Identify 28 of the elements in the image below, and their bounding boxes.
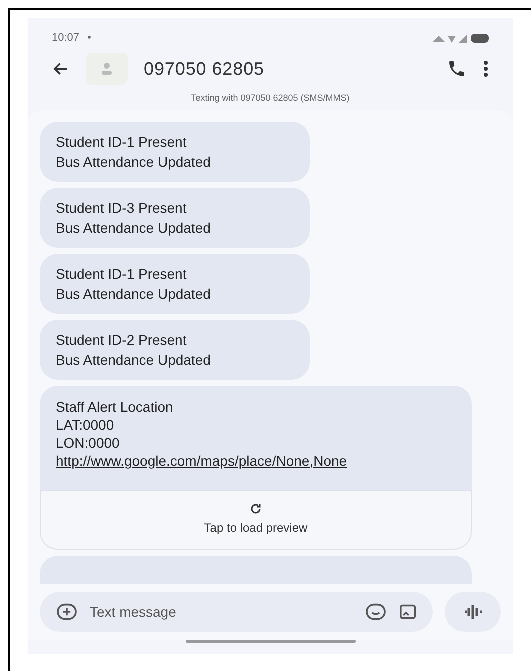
texting-info: Texting with 097050 62805 (SMS/MMS) xyxy=(190,92,351,105)
message-field[interactable]: Text message xyxy=(40,592,433,632)
message-text: Student ID-3 Present xyxy=(56,198,188,218)
waveform-icon xyxy=(463,604,483,620)
status-icons xyxy=(433,32,489,44)
notification-dot: • xyxy=(88,30,92,46)
message-text: Bus Attendance Updated xyxy=(56,284,212,304)
emoji-icon[interactable] xyxy=(365,603,387,621)
refresh-icon xyxy=(250,502,262,514)
message-text: LON:0000 xyxy=(56,434,121,452)
phone-icon[interactable] xyxy=(447,59,467,79)
message-text: Student ID-2 Present xyxy=(56,330,188,350)
avatar-icon xyxy=(86,53,128,85)
message-text: Bus Attendance Updated xyxy=(56,350,212,370)
message-text: LAT:0000 xyxy=(56,416,116,434)
add-icon[interactable] xyxy=(56,603,78,621)
message-text: Staff Alert Location xyxy=(56,398,174,416)
voice-button[interactable] xyxy=(445,592,501,632)
contact-title: 097050 62805 xyxy=(144,58,266,80)
more-icon[interactable] xyxy=(483,60,489,78)
message-text: Student ID-1 Present xyxy=(56,132,188,152)
load-preview-button[interactable]: Tap to load preview xyxy=(40,490,472,550)
message-text: Bus Attendance Updated xyxy=(56,152,212,172)
status-time: 10:07 xyxy=(52,30,80,46)
message-text: Bus Attendance Updated xyxy=(56,218,212,238)
map-link[interactable]: http://www.google.com/maps/place/None,None xyxy=(56,452,456,470)
image-icon[interactable] xyxy=(399,604,417,620)
message-text: Student ID-1 Present xyxy=(56,264,188,284)
